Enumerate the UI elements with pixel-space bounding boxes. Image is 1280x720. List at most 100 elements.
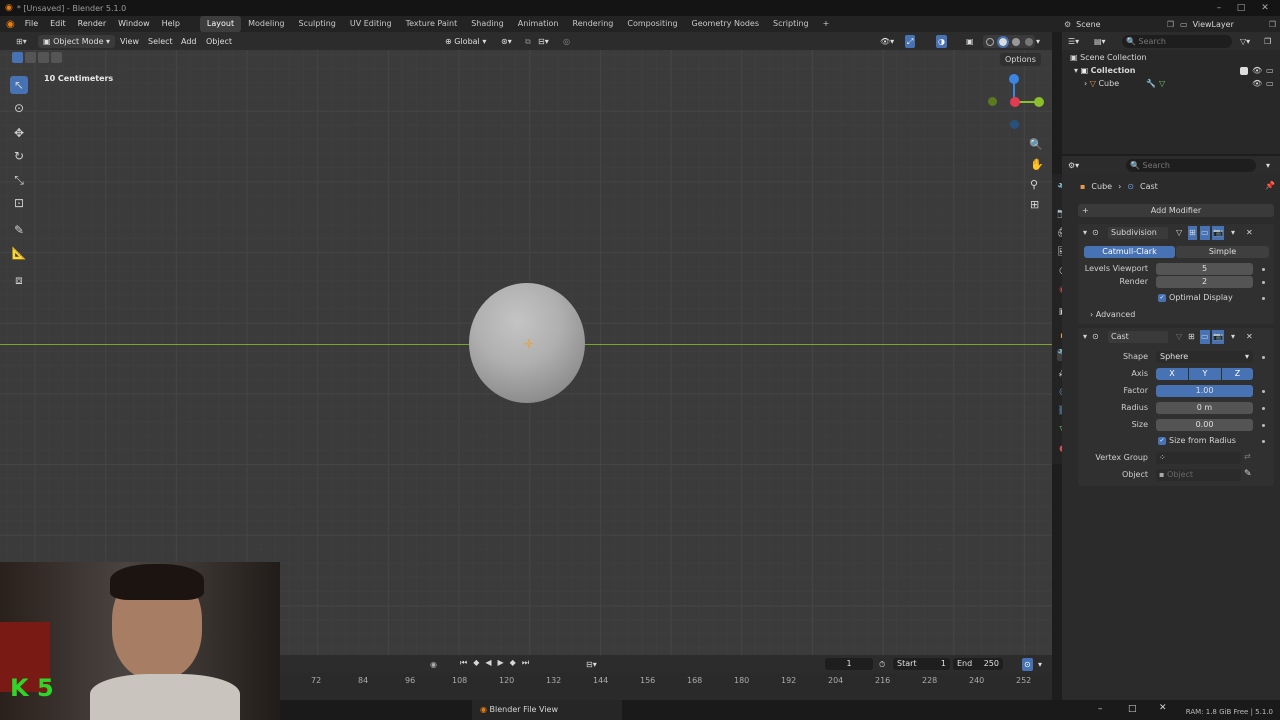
render-levels-field[interactable]: 2 — [1156, 276, 1253, 288]
shape-dropdown[interactable]: Sphere ▾ — [1156, 351, 1253, 363]
menu-help[interactable]: Help — [156, 16, 186, 32]
size-field[interactable]: 0.00 — [1156, 419, 1253, 431]
cast-remove-icon[interactable]: ✕ — [1246, 330, 1253, 344]
menu-window[interactable]: Window — [112, 16, 156, 32]
play-reverse-icon[interactable]: ◀ — [485, 658, 491, 668]
play-icon[interactable]: ▶ — [498, 658, 504, 668]
menu-edit[interactable]: Edit — [44, 16, 72, 32]
gizmo-x-icon[interactable] — [1010, 97, 1020, 107]
view-layer-selector[interactable]: ▭ ViewLayer ❐ — [1180, 17, 1276, 31]
tab-uv-editing[interactable]: UV Editing — [343, 16, 399, 32]
collection-render-icon[interactable]: ▭ — [1266, 66, 1274, 75]
size-keyframe-icon[interactable] — [1262, 424, 1265, 427]
invert-vertex-group-icon[interactable]: ⇄ — [1244, 452, 1251, 461]
pin-icon[interactable]: 📌 — [1265, 181, 1275, 190]
timeline-options-icon[interactable]: ▾ — [1038, 658, 1042, 671]
auto-keying-icon[interactable]: ◉ — [430, 658, 437, 671]
navigation-gizmo[interactable] — [982, 72, 1048, 132]
shading-options-icon[interactable]: ▾ — [1036, 35, 1040, 48]
end-frame-field[interactable]: End 250 — [953, 658, 1003, 670]
outliner-collection[interactable]: ▾ ▣ Collection 👁 ▭ — [1074, 66, 1274, 75]
cage-toggle-icon[interactable]: ⊞ — [1188, 226, 1197, 240]
gizmo-z-icon[interactable] — [1009, 74, 1019, 84]
shape-keyframe-icon[interactable] — [1262, 356, 1265, 359]
tab-geometry-nodes[interactable]: Geometry Nodes — [685, 16, 766, 32]
jump-end-icon[interactable]: ⏭ — [522, 658, 529, 668]
collection-checkbox[interactable] — [1240, 67, 1248, 75]
cast-viewport-toggle-icon[interactable]: ▭ — [1200, 330, 1210, 344]
optimal-display-checkbox[interactable]: ✓ Optimal Display — [1158, 293, 1233, 302]
tab-texture-paint[interactable]: Texture Paint — [399, 16, 465, 32]
keying-set-icon[interactable]: ⊟▾ — [586, 658, 597, 671]
gizmo-neg-y-icon[interactable] — [988, 97, 997, 106]
add-modifier-button[interactable]: + Add Modifier — [1078, 204, 1274, 217]
outliner-search[interactable]: 🔍 Search — [1122, 35, 1232, 48]
axis-z-toggle[interactable]: Z — [1222, 368, 1253, 380]
cast-header[interactable]: ▾ ⊙ Cast ▽ ⊞ ▭ 📷 ▾ ✕ — [1078, 330, 1274, 344]
levels-viewport-field[interactable]: 5 — [1156, 263, 1253, 275]
filter-icon[interactable]: ▽▾ — [1240, 35, 1250, 48]
optimal-display-keyframe-icon[interactable] — [1262, 297, 1265, 300]
next-keyframe-icon[interactable]: ◆ — [510, 658, 516, 668]
solid-shading-icon[interactable] — [996, 35, 1009, 48]
outliner-scene-collection[interactable]: ▣ Scene Collection — [1070, 53, 1147, 62]
transform-tool-icon[interactable]: ⊡ — [10, 194, 28, 212]
taskbar-maximize-icon[interactable]: □ — [1128, 704, 1137, 714]
snap-target-icon[interactable]: ⊟▾ — [538, 35, 549, 48]
editor-type-icon[interactable]: ⊞▾ — [16, 35, 27, 48]
wireframe-shading-icon[interactable] — [985, 37, 994, 46]
minimize-icon[interactable]: – — [1208, 0, 1230, 16]
tab-animation[interactable]: Animation — [511, 16, 566, 32]
xray-icon[interactable]: ▣ — [966, 35, 974, 48]
current-frame-field[interactable]: 1 — [825, 658, 873, 670]
tab-compositing[interactable]: Compositing — [620, 16, 684, 32]
rotate-tool-icon[interactable]: ↻ — [10, 147, 28, 165]
radius-keyframe-icon[interactable] — [1262, 407, 1265, 410]
catmull-clark-button[interactable]: Catmull-Clark — [1084, 246, 1175, 258]
add-cube-tool-icon[interactable]: ⧈ — [10, 271, 28, 289]
cube-visibility-icon[interactable]: 👁 — [1252, 79, 1262, 88]
cursor-tool-icon[interactable]: ⊙ — [10, 99, 28, 117]
select-subtract-icon[interactable] — [38, 52, 49, 63]
factor-keyframe-icon[interactable] — [1262, 390, 1265, 393]
gizmo-neg-z-icon[interactable] — [1010, 120, 1019, 129]
viewport-menu-select[interactable]: Select — [148, 35, 173, 48]
properties-search[interactable]: 🔍 Search — [1126, 159, 1256, 172]
select-intersect-icon[interactable] — [51, 52, 62, 63]
pivot-icon[interactable]: ⊛▾ — [501, 35, 512, 48]
cast-edit-mode-toggle-icon[interactable]: ▽ — [1176, 330, 1182, 344]
subdivision-name-field[interactable]: Subdivision — [1108, 227, 1168, 239]
size-from-radius-keyframe-icon[interactable] — [1262, 440, 1265, 443]
size-from-radius-checkbox[interactable]: ✓ Size from Radius — [1158, 436, 1236, 445]
tab-scripting[interactable]: Scripting — [766, 16, 816, 32]
viewport-menu-view[interactable]: View — [120, 35, 139, 48]
render-toggle-icon[interactable]: 📷 — [1212, 226, 1224, 240]
factor-slider[interactable]: 1.00 — [1156, 385, 1253, 397]
timeline-view-icon[interactable]: ⊙ — [1022, 658, 1033, 671]
axis-y-toggle[interactable]: Y — [1189, 368, 1221, 380]
collapse-subdivision-icon[interactable]: ▾ — [1083, 226, 1087, 240]
new-collection-icon[interactable]: ❐ — [1264, 35, 1271, 48]
select-extend-icon[interactable] — [25, 52, 36, 63]
transform-orientation-dropdown[interactable]: ⊕ Global ▾ — [445, 35, 486, 48]
gizmo-y-icon[interactable] — [1034, 97, 1044, 107]
edit-mode-toggle-icon[interactable]: ▽ — [1176, 226, 1182, 240]
select-box-tool-icon[interactable]: ↖ — [10, 76, 28, 94]
subdivision-header[interactable]: ▾ ⊙ Subdivision ▽ ⊞ ▭ 📷 ▾ ✕ — [1078, 226, 1274, 240]
prev-keyframe-icon[interactable]: ◆ — [473, 658, 479, 668]
outliner-editor-icon[interactable]: ☰▾ — [1068, 35, 1079, 48]
cast-cage-toggle-icon[interactable]: ⊞ — [1188, 330, 1195, 344]
levels-viewport-keyframe-icon[interactable] — [1262, 268, 1265, 271]
timeline-ruler[interactable]: 72 84 96 108 120 132 144 156 168 180 192 204 216 228 2… — [280, 673, 1052, 700]
cast-menu-icon[interactable]: ▾ — [1231, 330, 1235, 344]
tab-sculpting[interactable]: Sculpting — [292, 16, 343, 32]
tab-layout[interactable]: Layout — [199, 16, 242, 32]
snap-icon[interactable]: ⧉ — [525, 35, 531, 48]
collection-visibility-icon[interactable]: 👁 — [1252, 66, 1262, 75]
eyedropper-icon[interactable]: ✎ — [1244, 469, 1252, 479]
start-frame-field[interactable]: Start 1 — [893, 658, 950, 670]
zoom-icon[interactable]: 🔍 — [1029, 138, 1043, 151]
close-icon[interactable]: ✕ — [1254, 0, 1276, 16]
axis-x-toggle[interactable]: X — [1156, 368, 1188, 380]
outliner-cube[interactable]: › ▽ Cube 🔧 ▽ 👁 ▭ — [1084, 79, 1274, 88]
